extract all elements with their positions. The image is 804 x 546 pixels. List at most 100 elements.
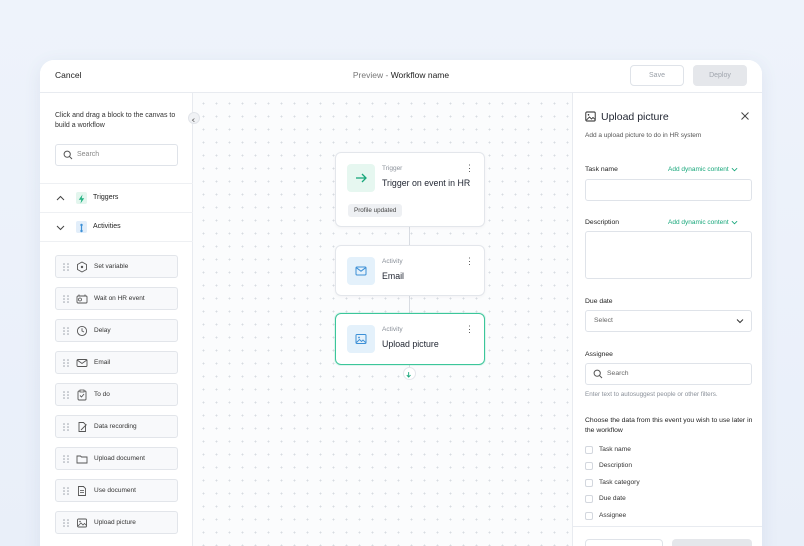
deploy-button[interactable]: Deploy — [693, 65, 747, 86]
sidebar-hint: Click and drag a block to the canvas to … — [55, 112, 176, 129]
drag-handle-icon — [63, 327, 69, 335]
description-textarea[interactable] — [585, 231, 752, 279]
more-options-icon[interactable]: ⋮ — [465, 164, 474, 173]
activity-icon — [76, 221, 87, 233]
section-label: Activities — [93, 223, 121, 230]
lightning-icon — [76, 192, 87, 204]
description-label: Description — [585, 219, 619, 226]
folder-icon — [76, 455, 88, 464]
document-icon — [78, 486, 86, 496]
assignee-helper-text: Enter text to autosuggest people or othe… — [585, 391, 718, 398]
node-kind: Activity — [382, 258, 403, 265]
checkbox-label: Task category — [599, 479, 640, 486]
chevron-down-icon — [731, 167, 738, 172]
block-label: Upload picture — [94, 519, 136, 526]
block-upload-picture[interactable]: Upload picture — [55, 511, 178, 534]
due-date-label: Due date — [585, 298, 613, 305]
block-label: Wait on HR event — [94, 295, 145, 302]
section-label: Triggers — [93, 194, 119, 201]
app-window: Cancel Preview - Workflow name Save Depl… — [40, 60, 762, 546]
section-activities[interactable]: Activities — [40, 212, 193, 241]
search-icon — [593, 369, 603, 379]
trigger-node[interactable]: Trigger Trigger on event in HR ⋮ Profile… — [335, 152, 485, 227]
assignee-label: Assignee — [585, 351, 613, 358]
block-label: Upload document — [94, 455, 145, 462]
save-button[interactable]: Save — [630, 65, 684, 86]
properties-panel: Upload picture Add a upload picture to d… — [572, 93, 762, 546]
clock-icon — [76, 325, 88, 337]
assignee-placeholder: Search — [607, 370, 629, 377]
block-label: Email — [94, 359, 111, 366]
connector-line — [409, 226, 410, 245]
due-date-select[interactable]: Select — [585, 310, 752, 332]
block-wait-on-hr-event[interactable]: Wait on HR event — [55, 287, 178, 310]
search-placeholder: Search — [77, 151, 100, 158]
top-bar: Cancel Preview - Workflow name Save Depl… — [40, 60, 762, 93]
block-data-recording[interactable]: Data recording — [55, 415, 178, 438]
block-label: Use document — [94, 487, 136, 494]
add-dynamic-content-task-name[interactable]: Add dynamic content — [668, 166, 738, 173]
arrow-right-icon — [347, 164, 375, 192]
more-options-icon[interactable]: ⋮ — [465, 325, 474, 334]
close-icon[interactable] — [740, 111, 750, 121]
add-dynamic-content-description[interactable]: Add dynamic content — [668, 219, 738, 226]
node-name: Trigger on event in HR — [382, 178, 471, 188]
block-use-document[interactable]: Use document — [55, 479, 178, 502]
mail-icon — [347, 257, 375, 285]
block-label: Delay — [94, 327, 111, 334]
divider — [40, 241, 193, 242]
drag-handle-icon — [63, 359, 69, 367]
collapse-sidebar-button[interactable] — [188, 112, 200, 124]
mail-icon — [76, 359, 88, 367]
checkbox-task-name[interactable] — [585, 446, 593, 454]
task-name-label: Task name — [585, 166, 618, 173]
checkbox-description[interactable] — [585, 462, 593, 470]
block-delay[interactable]: Delay — [55, 319, 178, 342]
checklist-icon — [77, 389, 87, 401]
dynamic-label: Add dynamic content — [668, 219, 729, 227]
add-step-button[interactable] — [403, 367, 416, 380]
panel-description: Add a upload picture to do in HR system — [585, 132, 702, 139]
chevron-down-icon — [56, 225, 65, 231]
upload-picture-node[interactable]: Activity Upload picture ⋮ — [335, 313, 485, 365]
node-name: Email — [382, 271, 404, 281]
block-search-input[interactable]: Search — [55, 144, 178, 166]
node-kind: Trigger — [382, 165, 403, 172]
block-upload-document[interactable]: Upload document — [55, 447, 178, 470]
checkbox-label: Description — [599, 462, 632, 469]
dynamic-label: Add dynamic content — [668, 166, 729, 174]
search-icon — [63, 150, 73, 160]
panel-title: Upload picture — [601, 111, 669, 123]
drag-handle-icon — [63, 295, 69, 303]
block-label: Data recording — [94, 423, 137, 430]
section-triggers[interactable]: Triggers — [40, 183, 193, 212]
block-set-variable[interactable]: Set variable — [55, 255, 178, 278]
image-icon — [347, 325, 375, 353]
drag-handle-icon — [63, 455, 69, 463]
edit-doc-icon — [78, 422, 87, 432]
wait-event-icon — [76, 294, 88, 304]
block-email[interactable]: Email — [55, 351, 178, 374]
checkbox-label: Task name — [599, 446, 631, 453]
chevron-up-icon — [56, 195, 65, 201]
title-prefix: Preview - — [352, 70, 391, 80]
block-label: To do — [94, 391, 110, 398]
image-icon — [585, 111, 596, 122]
chevron-down-icon — [736, 319, 744, 324]
checkbox-label: Assignee — [599, 512, 627, 519]
node-name: Upload picture — [382, 339, 439, 349]
image-icon — [77, 518, 87, 528]
more-options-icon[interactable]: ⋮ — [465, 257, 474, 266]
workflow-canvas[interactable]: Trigger Trigger on event in HR ⋮ Profile… — [193, 93, 572, 546]
checkbox-due-date[interactable] — [585, 495, 593, 503]
block-to-do[interactable]: To do — [55, 383, 178, 406]
drag-handle-icon — [63, 519, 69, 527]
checkbox-assignee[interactable] — [585, 512, 593, 520]
email-node[interactable]: Activity Email ⋮ — [335, 245, 485, 296]
primary-footer-button[interactable] — [672, 539, 752, 546]
choose-data-text: Choose the data from this event you wish… — [585, 417, 753, 434]
secondary-footer-button[interactable] — [585, 539, 663, 546]
task-name-input[interactable] — [585, 179, 752, 201]
assignee-search-input[interactable]: Search — [585, 363, 752, 385]
checkbox-task-category[interactable] — [585, 479, 593, 487]
